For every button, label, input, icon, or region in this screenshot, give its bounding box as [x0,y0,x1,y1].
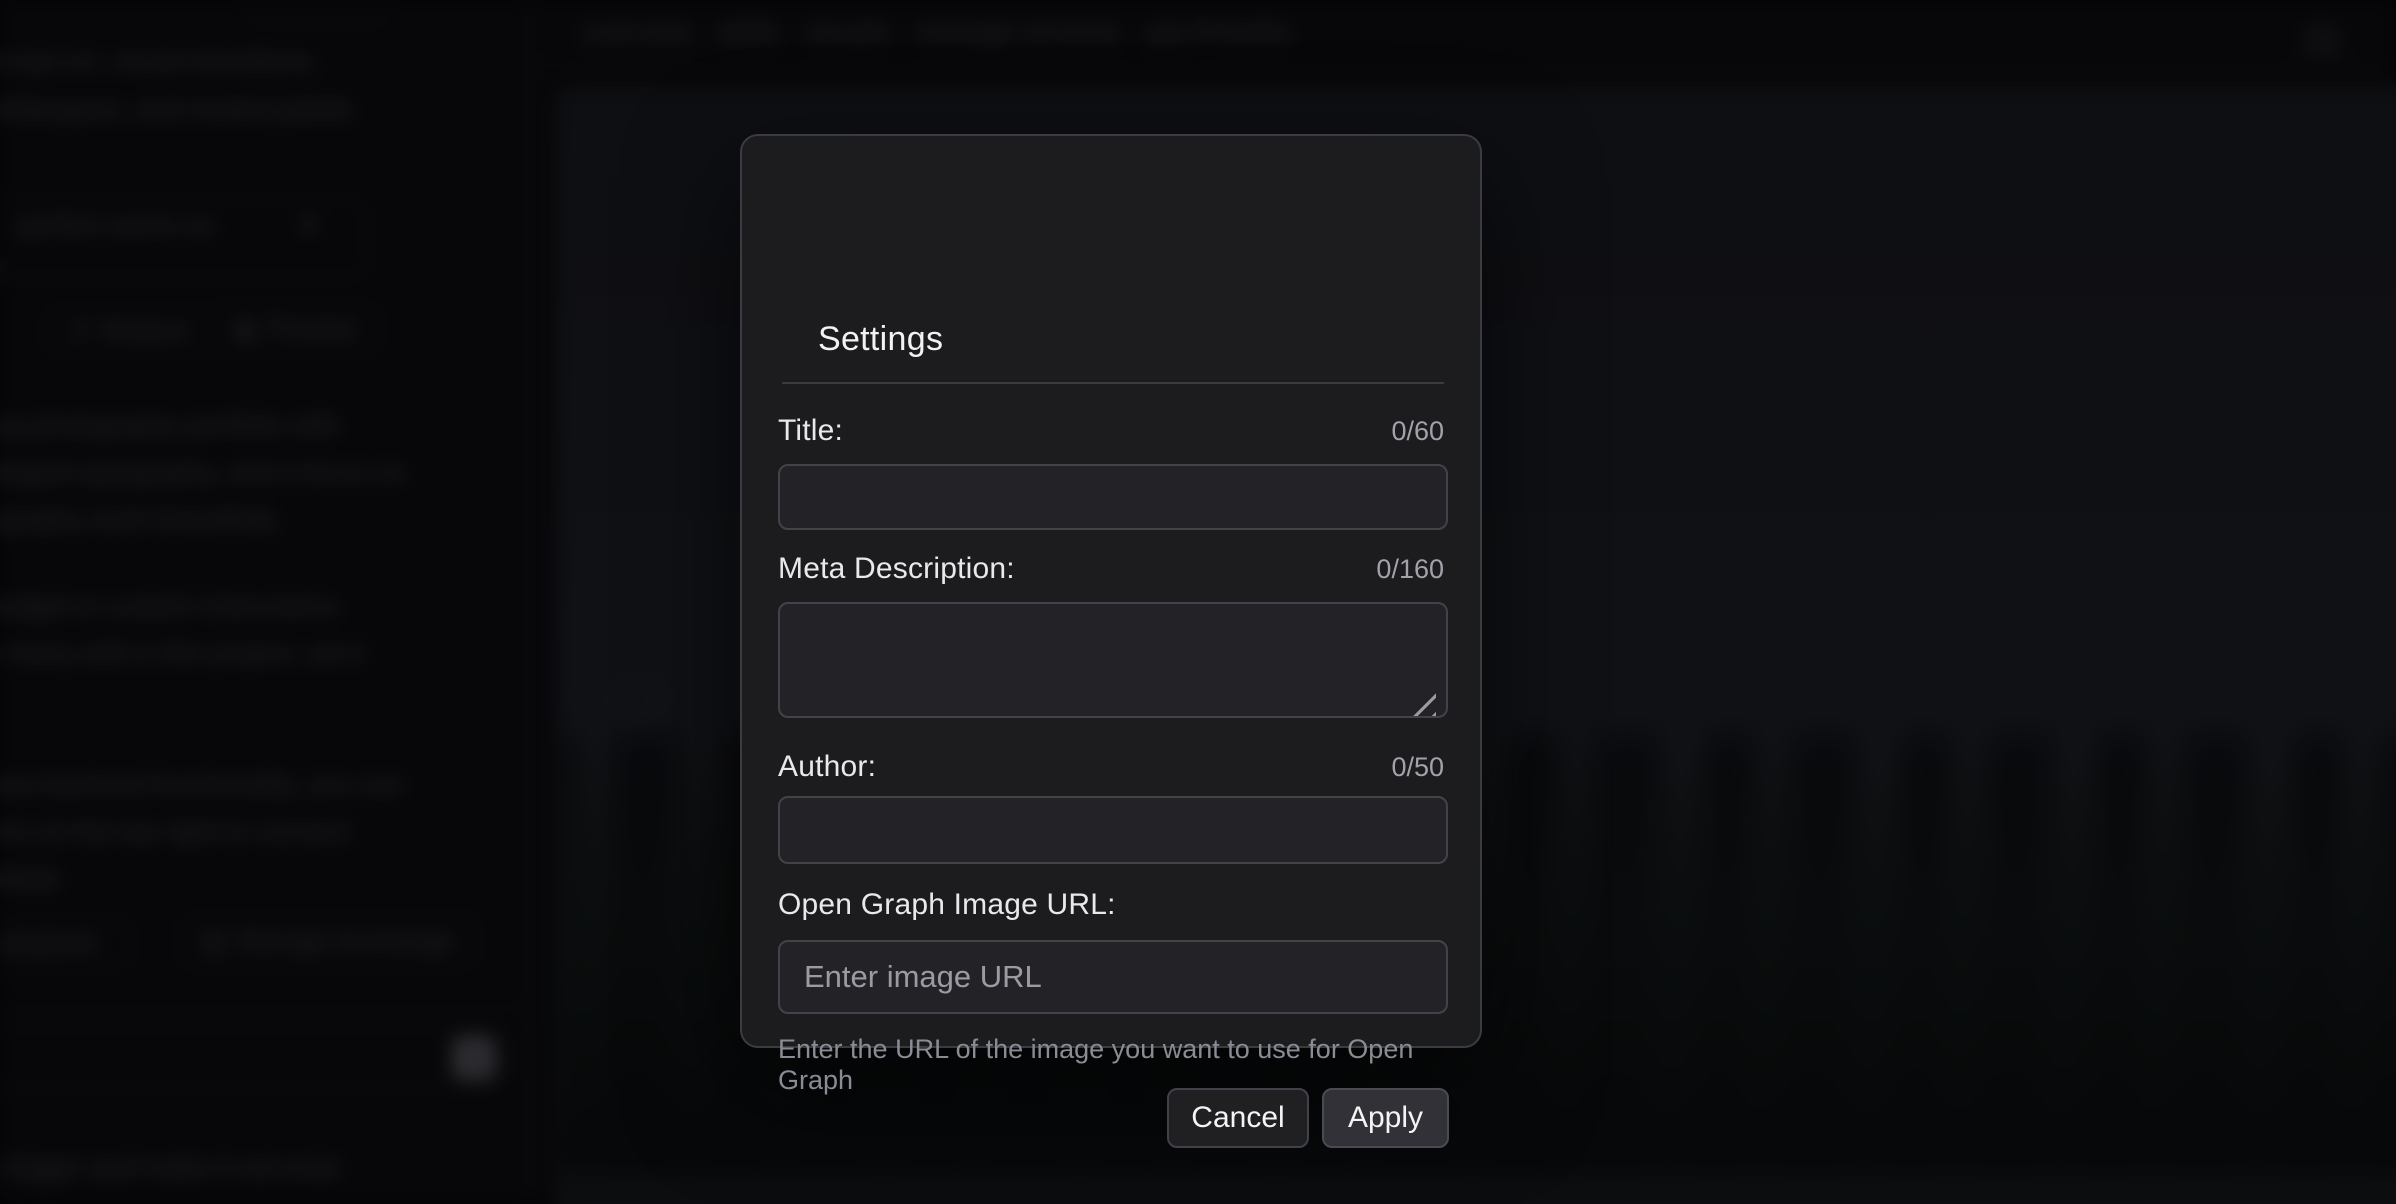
title-char-counter: 0/60 [1391,416,1444,447]
title-field-label: Title: [778,414,843,448]
app-window: nt eye on, visual transitions, whitespac… [0,0,2396,1204]
dialog-divider [782,382,1444,384]
apply-button[interactable]: Apply [1322,1088,1449,1148]
author-field-label: Author: [778,750,876,784]
cancel-button[interactable]: Cancel [1167,1088,1309,1148]
dialog-title: Settings [818,320,943,359]
title-input[interactable] [778,464,1448,530]
settings-dialog: Settings Title: 0/60 Meta Description: 0… [740,134,1482,1048]
meta-description-char-counter: 0/160 [1376,554,1444,585]
og-image-url-label: Open Graph Image URL: [778,888,1116,922]
og-image-url-helper-text: Enter the URL of the image you want to u… [778,1034,1480,1096]
author-char-counter: 0/50 [1391,752,1444,783]
meta-description-label: Meta Description: [778,552,1015,586]
og-image-url-input[interactable] [778,940,1448,1014]
meta-description-textarea[interactable] [778,602,1448,718]
author-input[interactable] [778,796,1448,864]
